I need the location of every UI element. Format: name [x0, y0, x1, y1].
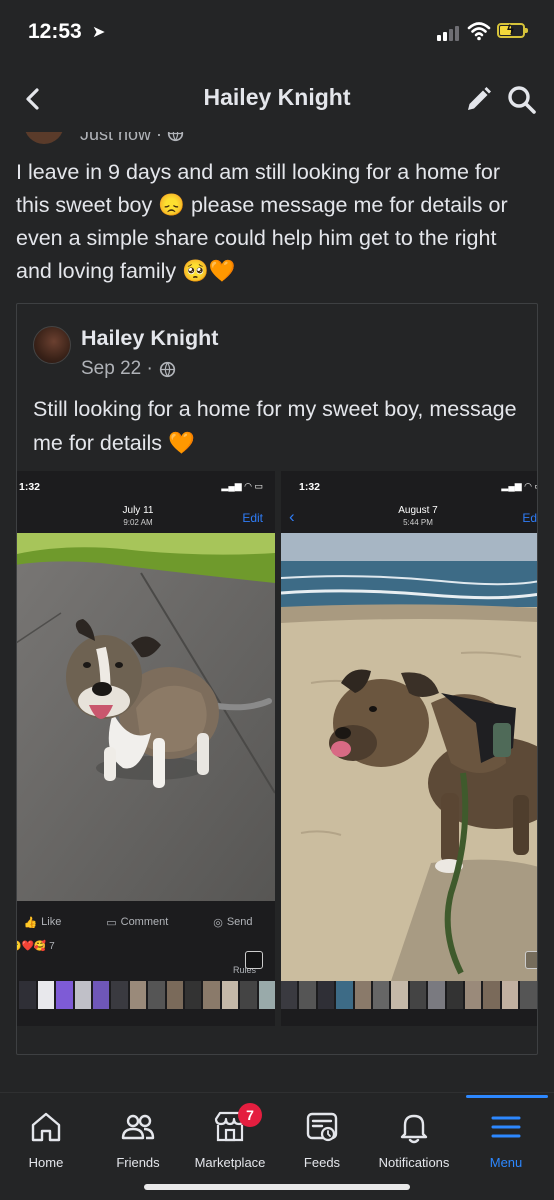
- screenshot-thumbnail-strip: [281, 981, 537, 1009]
- screenshot-status-bar: 1:32 ▂▄▆ ◠ ▭: [281, 471, 537, 501]
- bottom-navigation: Home Friends 7 Marketplace Feeds Notific…: [0, 1092, 554, 1200]
- screenshot-comment: ▭ Comment: [106, 916, 169, 929]
- nav-marketplace[interactable]: 7 Marketplace: [184, 1103, 276, 1173]
- marketplace-badge: 7: [238, 1103, 262, 1127]
- nav-label: Marketplace: [194, 1155, 266, 1170]
- nav-home[interactable]: Home: [0, 1103, 92, 1173]
- screenshot-reactions: 😮❤️🥰 7: [17, 941, 55, 952]
- comment-icon: ▭: [106, 916, 117, 929]
- post: Just now · I leave in 9 days and am stil…: [0, 132, 554, 1092]
- status-time: 12:53: [28, 20, 82, 43]
- screenshot-thumbnail-strip: [17, 981, 275, 1009]
- photo-screenshot-august[interactable]: 1:32 ▂▄▆ ◠ ▭ ‹ August 7 5:44 PM Edit: [281, 471, 537, 1026]
- dog-photo-sidewalk: [17, 533, 275, 901]
- active-tab-indicator: [466, 1095, 548, 1098]
- nav-friends[interactable]: Friends: [92, 1103, 184, 1173]
- shared-text: Still looking for a home for my sweet bo…: [33, 397, 517, 455]
- like-icon: 👍: [23, 916, 38, 929]
- screenshot-like: 👍 Like: [23, 916, 62, 929]
- shared-post[interactable]: Hailey Knight Sep 22 · Still looking for…: [16, 303, 538, 1055]
- screenshot-time-sub: 5:44 PM: [403, 518, 433, 527]
- top-header: Hailey Knight: [0, 66, 554, 132]
- photo-screenshot-july[interactable]: 1:32 ▂▄▆ ◠ ▭ ‹ July 11 9:02 AM Edit: [17, 471, 275, 1026]
- screenshot-edit: Edit: [242, 511, 263, 525]
- cellular-signal-icon: [437, 25, 459, 41]
- screenshot-status-icons: ▂▄▆ ◠ ▭: [221, 481, 263, 491]
- globe-icon: [167, 132, 184, 142]
- screenshot-status-bar: 1:32 ▂▄▆ ◠ ▭: [17, 471, 275, 501]
- live-text-icon: [245, 951, 263, 969]
- screenshot-edit: Edit: [522, 511, 537, 525]
- nav-label: Friends: [116, 1155, 160, 1170]
- dog-beach-illustration: [281, 533, 537, 981]
- nav-label: Notifications: [378, 1155, 450, 1170]
- screenshot-time: 1:32: [19, 481, 41, 493]
- screenshot-send: ◎ Send: [213, 916, 253, 929]
- nav-label: Menu: [489, 1155, 523, 1170]
- screenshot-toolbar: [281, 1011, 537, 1026]
- wifi-icon: [467, 22, 491, 41]
- post-meta: Just now ·: [80, 132, 184, 145]
- screenshot-action-row: 👍 Like ▭ Comment ◎ Send: [17, 909, 275, 935]
- screenshot-time: 1:32: [299, 481, 321, 493]
- nav-label: Feeds: [303, 1155, 341, 1170]
- nav-feeds[interactable]: Feeds: [276, 1103, 368, 1173]
- avatar[interactable]: [33, 326, 71, 364]
- pencil-icon[interactable]: [462, 84, 494, 116]
- nav-notifications[interactable]: Notifications: [368, 1103, 460, 1173]
- shared-author-name[interactable]: Hailey Knight: [81, 326, 218, 351]
- back-chevron-icon[interactable]: [18, 84, 48, 114]
- location-arrow-icon: ➤: [92, 24, 106, 41]
- shared-date: Sep 22 ·: [81, 358, 153, 379]
- screenshot-date: July 11: [122, 505, 154, 516]
- post-author-avatar[interactable]: [24, 132, 64, 144]
- dog-photo-beach: [281, 533, 537, 981]
- battery-icon: ϟ: [497, 22, 528, 38]
- shared-meta: Sep 22 ·: [81, 358, 176, 380]
- screenshot-status-icons: ▂▄▆ ◠ ▭: [501, 481, 537, 491]
- home-icon: [31, 1112, 61, 1142]
- bell-icon: [400, 1114, 428, 1144]
- globe-icon: [159, 361, 175, 377]
- home-indicator: [144, 1184, 410, 1190]
- status-bar: 12:53 ➤ ϟ: [0, 0, 554, 66]
- screenshot-toolbar: [17, 1011, 275, 1026]
- post-timestamp: Just now ·: [80, 132, 163, 144]
- messenger-icon: ◎: [213, 916, 223, 929]
- friends-icon: [121, 1114, 155, 1140]
- screenshot-date: August 7: [398, 505, 438, 516]
- post-text: I leave in 9 days and am still looking f…: [16, 160, 508, 283]
- screenshot-time-sub: 9:02 AM: [123, 518, 153, 527]
- nav-label: Home: [28, 1155, 64, 1170]
- dog-sidewalk-illustration: [17, 533, 275, 901]
- menu-icon: [491, 1116, 521, 1138]
- screenshot-nav: ‹ August 7 5:44 PM Edit: [281, 501, 537, 533]
- screenshot-nav: ‹ July 11 9:02 AM Edit: [17, 501, 275, 533]
- feeds-icon: [306, 1112, 338, 1142]
- nav-menu[interactable]: Menu: [460, 1103, 552, 1173]
- search-icon[interactable]: [505, 83, 539, 117]
- live-text-icon: [525, 951, 537, 969]
- photo-grid: 1:32 ▂▄▆ ◠ ▭ ‹ July 11 9:02 AM Edit: [17, 471, 537, 1026]
